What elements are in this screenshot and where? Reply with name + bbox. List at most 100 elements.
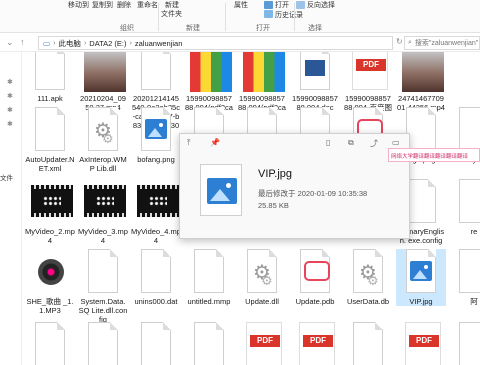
zip-icon: [190, 52, 232, 92]
properties-button[interactable]: 属性: [234, 0, 248, 10]
ribbon-separator: [294, 3, 295, 31]
file-label: UserData.db: [346, 297, 390, 306]
file-item[interactable]: 2474146770901 44256.mp4: [396, 52, 446, 112]
file-preview-card: ⤒ 📌 ▯ ⧉ ⤴ ▭ VIP.jpg 最后修改于 2020-01-09 10:…: [179, 133, 410, 239]
page-icon: [137, 322, 175, 365]
chevron-right-icon: ›: [83, 39, 87, 47]
pdf-text: PDF: [250, 335, 280, 347]
group-organize: 组织: [120, 25, 134, 32]
page-icon[interactable]: ▯: [326, 138, 330, 147]
move-to-button[interactable]: 移动到: [68, 0, 89, 10]
chevron-right-icon: ›: [129, 39, 132, 47]
file-item[interactable]: [78, 322, 128, 365]
delete-button[interactable]: 删除: [117, 0, 131, 10]
pin-icon: ✱: [7, 107, 13, 114]
crumb-drive[interactable]: DATA2 (E:): [89, 39, 126, 48]
file-item[interactable]: 阿: [449, 249, 480, 306]
file-item[interactable]: SHE_歌曲 _1.1.MP3: [25, 249, 75, 315]
video-icon: [84, 179, 126, 225]
page-icon: [455, 249, 480, 295]
gear-icon: ⚙ ⚙: [349, 249, 387, 295]
invert-selection-button[interactable]: 反向选择: [307, 0, 335, 10]
ribbon: 移动到 复制到 删除 重命名 新建 文件夹 属性 打开 历史记录 反向选择 组织…: [0, 0, 480, 33]
preview-filename: VIP.jpg: [258, 168, 293, 180]
chevron-down-icon[interactable]: ⌄: [6, 37, 14, 48]
doc-icon: [296, 52, 334, 92]
page-icon: [84, 322, 122, 365]
file-label: AxInterop.WMP Lib.dll: [79, 155, 127, 173]
copy-to-button[interactable]: 复制到: [92, 0, 113, 10]
pin-icon[interactable]: ⤒: [187, 138, 191, 148]
file-item[interactable]: [343, 322, 393, 365]
pdf-icon: PDF: [243, 322, 282, 365]
file-label: unins000.dat: [134, 297, 178, 306]
file-item[interactable]: 111.apk: [25, 52, 75, 103]
file-item[interactable]: PDF: [396, 322, 446, 365]
ribbon-separator: [225, 3, 226, 31]
file-item[interactable]: AutoUpdater.N ET.xml: [25, 107, 75, 173]
search-icon: ⌕: [408, 39, 412, 46]
refresh-icon[interactable]: ↻: [396, 37, 403, 46]
file-item[interactable]: [184, 322, 234, 365]
pin-icon: ✱: [7, 93, 13, 100]
crumb-folder[interactable]: zaluanwenjian: [135, 39, 183, 48]
file-item[interactable]: MyVideo_2.mp 4: [25, 179, 75, 245]
file-item[interactable]: re: [449, 179, 480, 236]
group-open: 打开: [256, 25, 270, 32]
open-icon: [264, 1, 273, 9]
nav-item[interactable]: 文件: [0, 172, 13, 182]
file-item[interactable]: ⚙ ⚙ Update.dll: [237, 249, 287, 306]
pushpin-icon[interactable]: 📌: [210, 138, 220, 147]
file-item[interactable]: VIP.jpg: [396, 249, 446, 306]
external-open-icon[interactable]: ⧉: [348, 138, 354, 148]
new-folder-label: 文件夹: [161, 11, 182, 18]
close-icon[interactable]: ▭: [392, 138, 400, 147]
search-placeholder: 搜索"zaluanwenjian": [414, 40, 479, 47]
file-item[interactable]: 1599009885788 004.doc: [290, 52, 340, 112]
file-item[interactable]: System.Data.SQ Lite.dll.config: [78, 249, 128, 324]
file-item[interactable]: unins000.dat: [131, 249, 181, 306]
file-item[interactable]: PDF: [290, 322, 340, 365]
file-item[interactable]: [25, 322, 75, 365]
file-label: SHE_歌曲 _1.1.MP3: [26, 297, 74, 315]
page-icon: [190, 322, 228, 365]
pdf-text: PDF: [409, 335, 439, 347]
breadcrumb[interactable]: ▭ › 此电脑 › DATA2 (E:) › zaluanwenjian: [38, 36, 393, 50]
file-item[interactable]: Update.pdb: [290, 249, 340, 306]
video-icon: [31, 179, 73, 225]
pdf-text: PDF: [356, 59, 386, 71]
file-label: 阿: [470, 297, 478, 306]
page-icon: [349, 322, 387, 365]
crumb-this-pc[interactable]: 此电脑: [58, 38, 81, 49]
file-item[interactable]: bofang.png: [131, 107, 181, 164]
open-button[interactable]: 打开: [275, 0, 289, 10]
group-select: 选择: [308, 25, 322, 32]
pdf-icon: PDF: [402, 322, 441, 365]
gear-icon: ⚙ ⚙: [243, 249, 281, 295]
image-icon: [402, 249, 440, 295]
history-button[interactable]: 历史记录: [275, 10, 303, 20]
file-item[interactable]: MyVideo_3.mp 4: [78, 179, 128, 245]
file-item[interactable]: PDF: [237, 322, 287, 365]
file-item[interactable]: untitled.mmp: [184, 249, 234, 306]
page-icon: [31, 107, 69, 153]
pdf-text: PDF: [303, 335, 333, 347]
file-item[interactable]: ⚙ ⚙ UserData.db: [343, 249, 393, 306]
up-arrow-icon[interactable]: ↑: [20, 37, 25, 47]
pin-icon: ✱: [7, 121, 13, 128]
search-input[interactable]: ⌕ 搜索"zaluanwenjian": [404, 36, 480, 50]
file-item[interactable]: [449, 322, 480, 365]
file-item[interactable]: MyVideo_4.mp 4: [131, 179, 181, 245]
file-item[interactable]: [131, 322, 181, 365]
page-icon: [455, 179, 480, 225]
file-item[interactable]: 20210204_0950 27.mp4: [78, 52, 128, 112]
file-label: Update.pdb: [295, 297, 335, 306]
video-icon: [137, 179, 179, 225]
share-icon[interactable]: ⤴: [370, 138, 378, 149]
file-label: MyVideo_2.mp 4: [25, 227, 75, 245]
ad-banner[interactable]: 网络大学翻译翻译翻译翻译翻译: [388, 148, 480, 162]
zip-icon: [243, 52, 285, 92]
file-item[interactable]: ⚙ ⚙ AxInterop.WMP Lib.dll: [78, 107, 128, 173]
rename-button[interactable]: 重命名: [137, 0, 158, 10]
image-icon: [137, 107, 175, 153]
